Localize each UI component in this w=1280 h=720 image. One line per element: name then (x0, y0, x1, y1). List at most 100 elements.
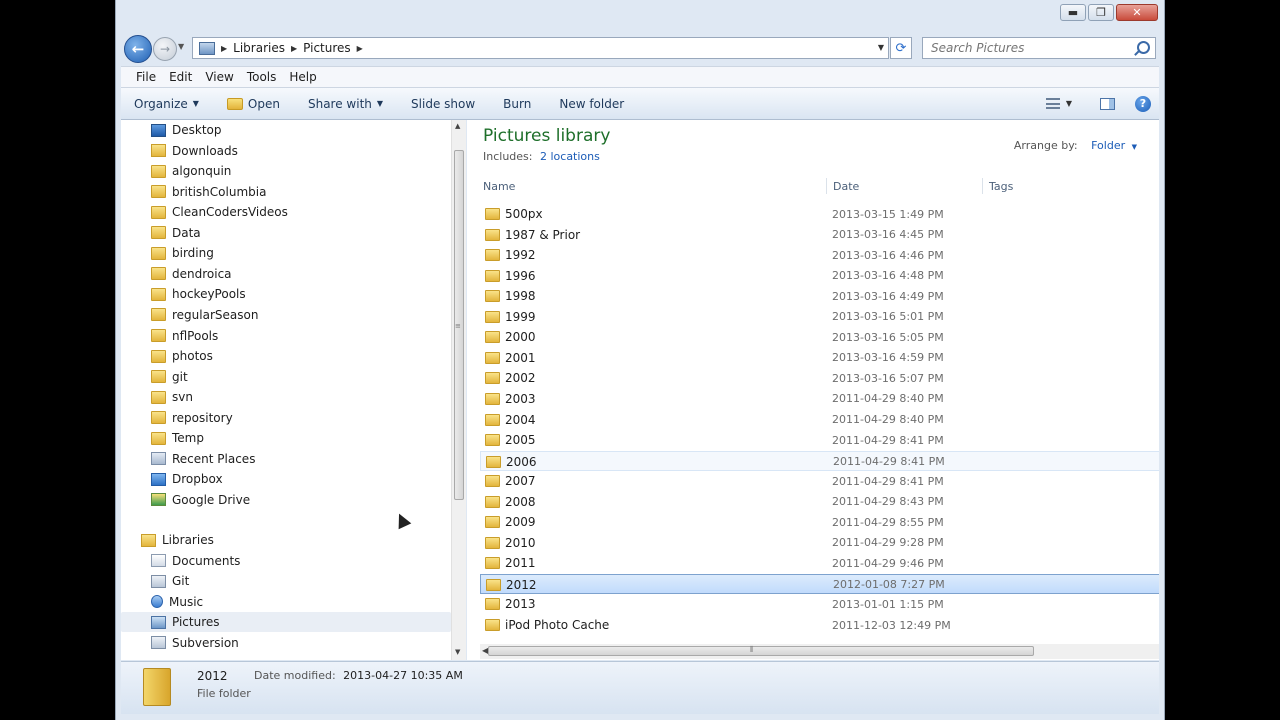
nav-item[interactable]: Temp (121, 428, 451, 448)
breadcrumb-pictures[interactable]: Pictures (303, 41, 351, 55)
nav-scrollbar[interactable]: ▲ ≡ ▼ (451, 120, 466, 660)
menu-help[interactable]: Help (283, 70, 323, 84)
file-row[interactable]: 2008 2011-04-29 8:43 PM (480, 492, 1159, 512)
new-folder-button[interactable]: New folder (545, 97, 638, 111)
library-locations-link[interactable]: 2 locations (540, 150, 600, 163)
slide-show-button[interactable]: Slide show (397, 97, 489, 111)
file-row[interactable]: 1998 2013-03-16 4:49 PM (480, 286, 1159, 306)
file-date: 2011-04-29 8:41 PM (833, 455, 945, 469)
arrange-by-dropdown[interactable]: Folder (1091, 139, 1125, 152)
recent-pages-dropdown[interactable]: ▼ (178, 42, 184, 51)
menu-edit[interactable]: Edit (163, 70, 199, 84)
nav-library-item[interactable]: Music (121, 592, 451, 612)
column-header-date[interactable]: Date (833, 176, 859, 196)
horizontal-scroll-thumb[interactable] (488, 646, 1034, 656)
file-name-cell: 2013 (480, 594, 536, 614)
column-header-tags[interactable]: Tags (989, 176, 1013, 196)
file-list-horizontal-scrollbar[interactable]: ◀ ⦀ ▶ (480, 644, 1159, 659)
file-row[interactable]: 2005 2011-04-29 8:41 PM (480, 430, 1159, 450)
close-button[interactable]: ✕ (1116, 4, 1158, 21)
file-row[interactable]: 1987 & Prior 2013-03-16 4:45 PM (480, 225, 1159, 245)
scroll-up-arrow-icon[interactable]: ▲ (455, 122, 460, 130)
nav-libraries-header[interactable]: Libraries (121, 530, 451, 550)
address-bar[interactable]: ▶ Libraries ▶ Pictures ▶ ▼ (192, 37, 889, 59)
nav-item[interactable]: birding (121, 243, 451, 263)
file-row[interactable]: 2004 2011-04-29 8:40 PM (480, 410, 1159, 430)
nav-library-item[interactable]: Documents (121, 551, 451, 571)
help-icon[interactable]: ? (1135, 95, 1151, 112)
nav-item[interactable]: repository (121, 408, 451, 428)
address-dropdown-icon[interactable]: ▼ (878, 43, 884, 52)
view-options-dropdown-icon[interactable]: ▼ (1066, 99, 1072, 108)
menu-file[interactable]: File (121, 70, 163, 84)
nav-item[interactable]: Data (121, 223, 451, 243)
file-row[interactable]: 1996 2013-03-16 4:48 PM (480, 266, 1159, 286)
file-row[interactable]: iPod Photo Cache 2011-12-03 12:49 PM (480, 615, 1159, 635)
file-row[interactable]: 2003 2011-04-29 8:40 PM (480, 389, 1159, 409)
file-row[interactable]: 2001 2013-03-16 4:59 PM (480, 348, 1159, 368)
nav-item[interactable]: Desktop (121, 120, 451, 140)
organize-button[interactable]: Organize ▼ (121, 97, 213, 111)
file-row[interactable]: 2013 2013-01-01 1:15 PM (480, 594, 1159, 614)
nav-library-item[interactable]: Subversion (121, 633, 451, 653)
search-input[interactable] (929, 40, 1133, 56)
file-date: 2013-03-16 4:59 PM (832, 351, 944, 365)
nav-item[interactable]: photos (121, 346, 451, 366)
breadcrumb-arrow-icon[interactable]: ▶ (291, 44, 297, 53)
nav-item[interactable]: algonquin (121, 161, 451, 181)
open-button[interactable]: Open (213, 97, 294, 111)
breadcrumb-arrow-icon[interactable]: ▶ (357, 44, 363, 53)
file-row[interactable]: 2007 2011-04-29 8:41 PM (480, 471, 1159, 491)
folder-icon (151, 431, 166, 445)
minimize-button[interactable]: ▬ (1060, 4, 1086, 21)
nav-library-item[interactable]: Git (121, 571, 451, 591)
search-icon[interactable] (1137, 41, 1150, 54)
maximize-button[interactable]: ❐ (1088, 4, 1114, 21)
scroll-down-arrow-icon[interactable]: ▼ (455, 648, 460, 656)
nav-item[interactable]: svn (121, 387, 451, 407)
breadcrumb-arrow-icon[interactable]: ▶ (221, 44, 227, 53)
file-row[interactable]: 2009 2011-04-29 8:55 PM (480, 512, 1159, 532)
refresh-button[interactable]: ⟳ (890, 37, 912, 59)
nav-item[interactable]: Google Drive (121, 490, 451, 510)
nav-item[interactable]: dendroica (121, 264, 451, 284)
file-name: 2002 (505, 371, 536, 386)
file-name: 1998 (505, 289, 536, 304)
preview-pane-icon[interactable] (1100, 97, 1115, 110)
nav-item[interactable]: CleanCodersVideos (121, 202, 451, 222)
file-name: 2008 (505, 494, 536, 509)
menu-tools[interactable]: Tools (241, 70, 284, 84)
file-row[interactable]: 2012 2012-01-08 7:27 PM (480, 573, 1159, 594)
burn-button[interactable]: Burn (489, 97, 545, 111)
column-header-name[interactable]: Name (483, 176, 515, 196)
chevron-down-icon[interactable]: ▼ (1132, 143, 1137, 151)
nav-item[interactable]: Recent Places (121, 449, 451, 469)
share-with-button[interactable]: Share with ▼ (294, 97, 397, 111)
nav-item[interactable]: regularSeason (121, 305, 451, 325)
file-row[interactable]: 2011 2011-04-29 9:46 PM (480, 553, 1159, 573)
back-button[interactable]: ← (124, 35, 152, 63)
file-row[interactable]: 2006 2011-04-29 8:41 PM (480, 450, 1159, 471)
file-date: 2011-04-29 8:43 PM (832, 495, 944, 509)
nav-item[interactable]: britishColumbia (121, 182, 451, 202)
file-row[interactable]: 1999 2013-03-16 5:01 PM (480, 307, 1159, 327)
file-row[interactable]: 500px 2013-03-15 1:49 PM (480, 204, 1159, 224)
forward-button[interactable]: → (153, 37, 177, 61)
change-view-icon[interactable] (1045, 98, 1060, 109)
nav-item[interactable]: git (121, 367, 451, 387)
menu-view[interactable]: View (199, 70, 240, 84)
file-row[interactable]: 2010 2011-04-29 9:28 PM (480, 533, 1159, 553)
search-box[interactable] (922, 37, 1156, 59)
file-row[interactable]: 2002 2013-03-16 5:07 PM (480, 368, 1159, 388)
nav-item[interactable]: nflPools (121, 326, 451, 346)
nav-item[interactable]: hockeyPools (121, 284, 451, 304)
file-row[interactable]: 2000 2013-03-16 5:05 PM (480, 327, 1159, 347)
nav-item[interactable]: Dropbox (121, 469, 451, 489)
folder-icon (486, 455, 501, 468)
column-divider[interactable] (982, 178, 983, 194)
file-row[interactable]: 1992 2013-03-16 4:46 PM (480, 245, 1159, 265)
nav-item[interactable]: Downloads (121, 141, 451, 161)
column-divider[interactable] (826, 178, 827, 194)
nav-library-item[interactable]: Pictures (121, 612, 451, 633)
breadcrumb-libraries[interactable]: Libraries (233, 41, 285, 55)
